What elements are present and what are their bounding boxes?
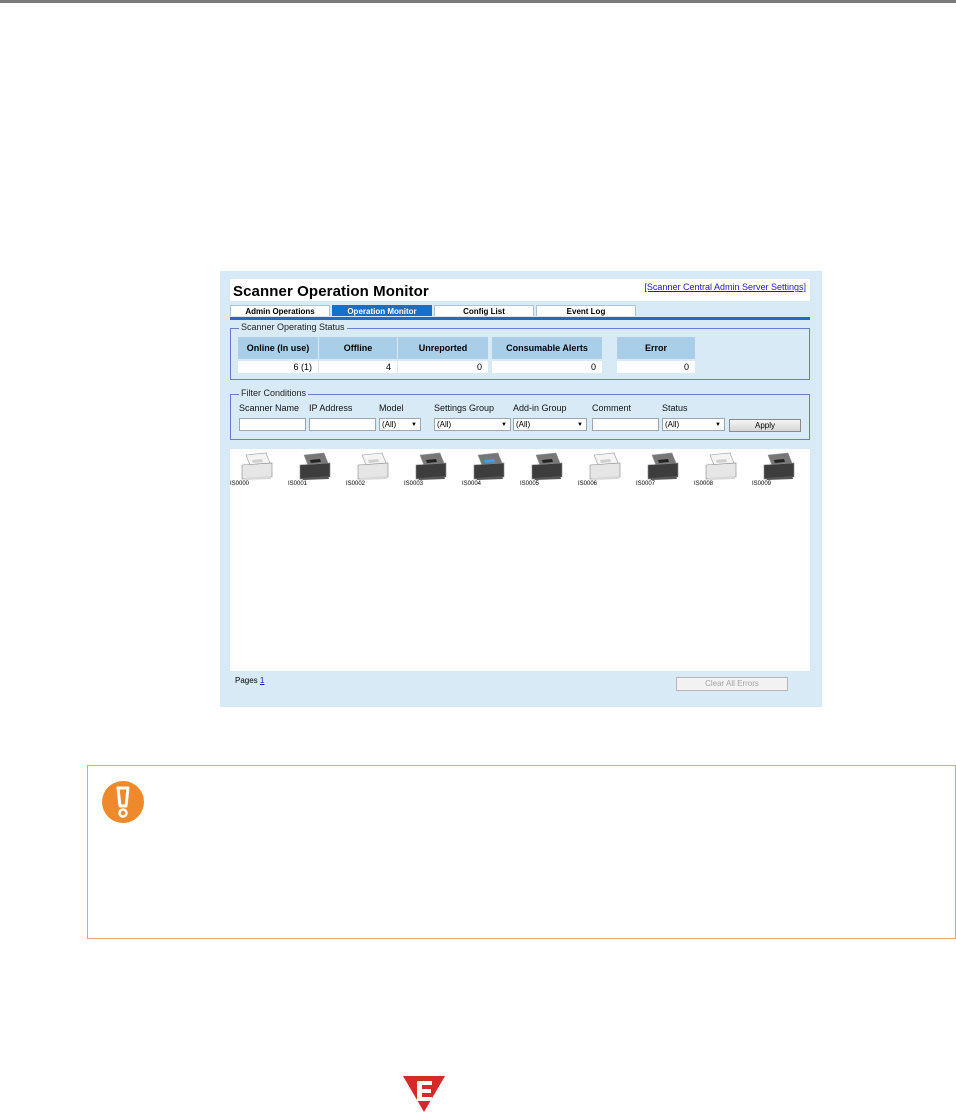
scanner-item[interactable]: IS0009	[752, 451, 806, 491]
ip-address-input[interactable]	[309, 418, 376, 431]
pages-label: Pages	[235, 676, 258, 685]
scanner-item[interactable]: IS0007	[636, 451, 690, 491]
chevron-down-icon: ▼	[501, 422, 507, 428]
chevron-down-icon: ▼	[577, 422, 583, 428]
addin-group-select-value: (All)	[516, 420, 531, 429]
chevron-down-icon: ▼	[411, 422, 417, 428]
status-header-offline: Offline	[319, 337, 397, 359]
status-select-value: (All)	[665, 420, 680, 429]
scanner-icon	[473, 452, 505, 480]
addin-group-select[interactable]: (All) ▼	[513, 418, 587, 431]
top-rule	[0, 0, 956, 3]
scanner-icon	[241, 452, 273, 480]
status-value-consumable-alerts: 0	[492, 361, 602, 373]
status-value-offline: 4	[319, 361, 397, 373]
scanner-icon	[647, 452, 679, 480]
scanner-name: IS0001	[288, 481, 308, 487]
settings-group-select[interactable]: (All) ▼	[434, 418, 511, 431]
model-select[interactable]: (All) ▼	[379, 418, 421, 431]
status-value-error: 0	[617, 361, 695, 373]
scanner-icon	[415, 452, 447, 480]
caution-icon	[101, 780, 145, 829]
tab-config-list[interactable]: Config List	[434, 305, 534, 316]
scanner-name: IS0004	[462, 481, 482, 487]
scanner-name-input[interactable]	[239, 418, 306, 431]
scanner-name: IS0003	[404, 481, 424, 487]
label-model: Model	[379, 403, 404, 413]
scanner-list: IS0000 IS0001 IS0002 IS0003 IS0004 IS0005 IS00…	[230, 449, 810, 671]
label-addin-group: Add-in Group	[513, 403, 567, 413]
scanner-icon	[299, 452, 331, 480]
scanner-item[interactable]: IS0006	[578, 451, 632, 491]
status-header-online: Online (In use)	[238, 337, 318, 359]
filter-conditions-group: Filter Conditions Scanner Name IP Addres…	[230, 388, 810, 440]
scanner-item[interactable]: IS0000	[230, 451, 284, 491]
clear-all-errors-button[interactable]: Clear All Errors	[676, 677, 788, 691]
scanner-icon	[357, 452, 389, 480]
page-link-1[interactable]: 1	[260, 676, 264, 685]
tab-underline	[230, 317, 810, 320]
pagination: Pages 1	[235, 676, 264, 685]
status-header-consumable-alerts: Consumable Alerts	[492, 337, 602, 359]
caution-box	[87, 765, 956, 939]
tab-event-log[interactable]: Event Log	[536, 305, 636, 316]
status-header-error: Error	[617, 337, 695, 359]
scanner-name: IS0005	[520, 481, 540, 487]
scanner-name: IS0008	[694, 481, 714, 487]
server-settings-link[interactable]: [Scanner Central Admin Server Settings]	[644, 282, 806, 292]
settings-group-select-value: (All)	[437, 420, 452, 429]
label-scanner-name: Scanner Name	[239, 403, 300, 413]
comment-input[interactable]	[592, 418, 659, 431]
status-value-online: 6 (1)	[238, 361, 318, 373]
title-bar: Scanner Operation Monitor [Scanner Centr…	[230, 279, 810, 301]
model-select-value: (All)	[382, 420, 397, 429]
status-select[interactable]: (All) ▼	[662, 418, 725, 431]
status-value-unreported: 0	[398, 361, 488, 373]
operating-status-legend: Scanner Operating Status	[239, 322, 347, 332]
label-comment: Comment	[592, 403, 632, 413]
page-title: Scanner Operation Monitor	[233, 283, 429, 300]
label-status: Status	[662, 403, 688, 413]
scanner-name: IS0006	[578, 481, 598, 487]
scanner-item[interactable]: IS0003	[404, 451, 458, 491]
tab-admin-operations[interactable]: Admin Operations	[230, 305, 330, 316]
scanner-item[interactable]: IS0008	[694, 451, 748, 491]
label-ip-address: IP Address	[309, 403, 353, 413]
apply-button[interactable]: Apply	[729, 419, 801, 432]
scanner-item[interactable]: IS0004	[462, 451, 516, 491]
scanner-operation-monitor-window: Scanner Operation Monitor [Scanner Centr…	[220, 271, 822, 707]
scanner-name: IS0002	[346, 481, 366, 487]
filter-conditions-legend: Filter Conditions	[239, 388, 309, 398]
chevron-down-icon: ▼	[715, 422, 721, 428]
scanner-item[interactable]: IS0001	[288, 451, 342, 491]
scanner-icon	[531, 452, 563, 480]
scanner-icon	[705, 452, 737, 480]
scanner-item[interactable]: IS0002	[346, 451, 400, 491]
label-settings-group: Settings Group	[434, 403, 495, 413]
e-mark-icon	[401, 1074, 447, 1119]
scanner-icon	[589, 452, 621, 480]
scanner-name: IS0000	[230, 481, 250, 487]
status-header-unreported: Unreported	[398, 337, 488, 359]
scanner-name: IS0007	[636, 481, 656, 487]
scanner-item[interactable]: IS0005	[520, 451, 574, 491]
operating-status-group: Scanner Operating Status Online (In use)…	[230, 322, 810, 380]
scanner-icon	[763, 452, 795, 480]
tab-operation-monitor[interactable]: Operation Monitor	[332, 305, 432, 316]
scanner-name: IS0009	[752, 481, 772, 487]
